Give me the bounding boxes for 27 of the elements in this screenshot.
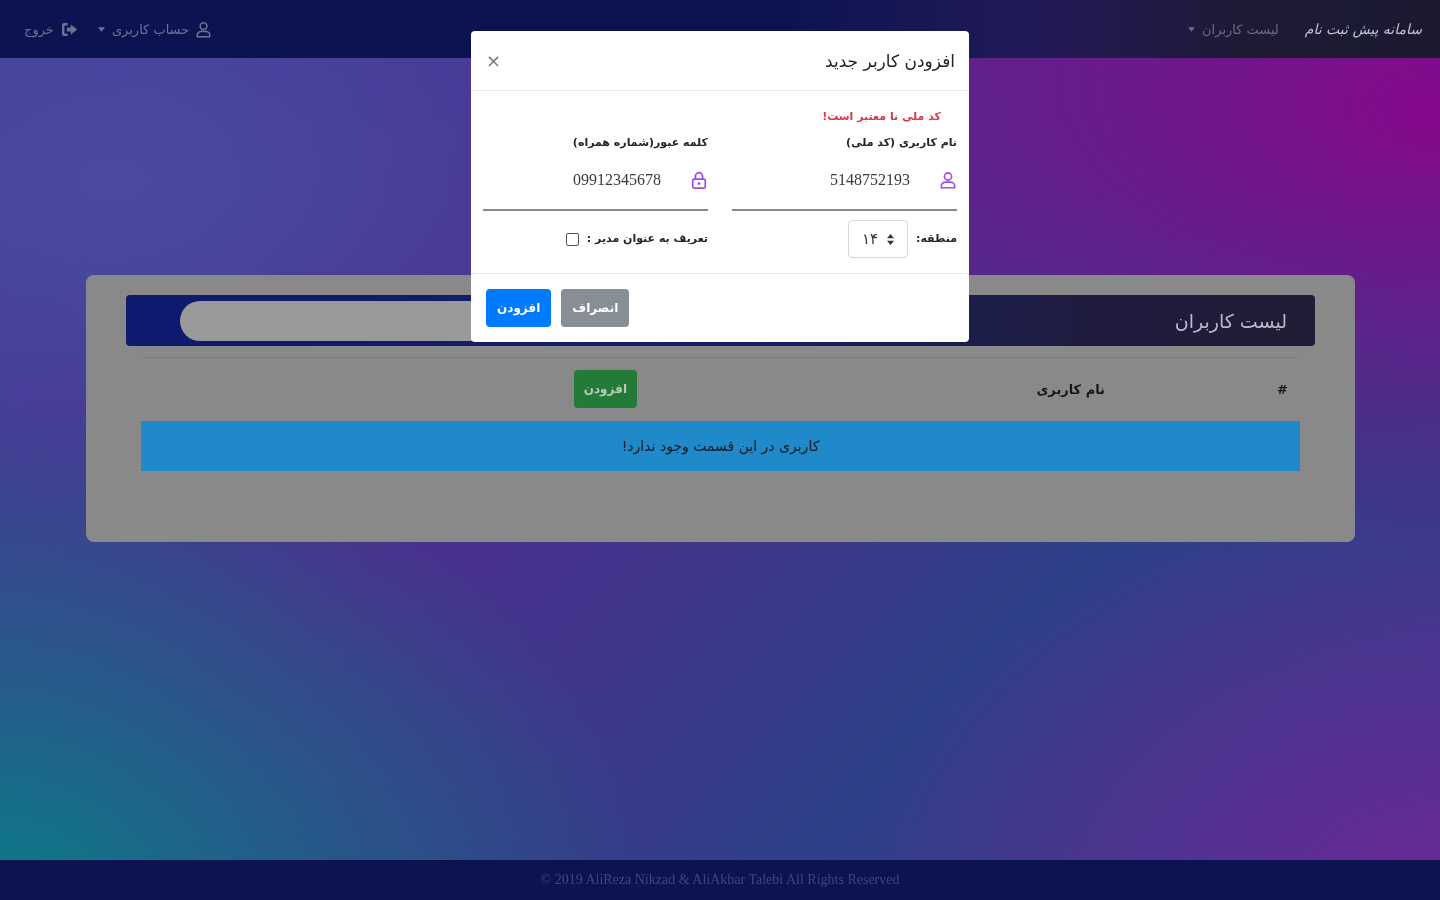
add-button[interactable]: افزودن <box>486 289 552 327</box>
column-header: نام کاربری <box>1036 381 1105 397</box>
field-label: نام کاربری (کد ملی) <box>846 135 957 151</box>
add-user-button[interactable]: افزودن <box>573 370 637 408</box>
cancel-button[interactable]: انصراف <box>561 289 630 327</box>
users-menu-link[interactable]: لیست کاربران <box>1188 21 1279 37</box>
dialog-title: افزودن کاربر جدید <box>825 50 955 71</box>
error-message: کد ملی نا معتبر است! <box>822 109 942 125</box>
column-header: # <box>1277 381 1288 397</box>
user-icon <box>940 171 956 189</box>
checkbox-label: تعریف به عنوان مدیر : <box>586 231 708 247</box>
field-label: کلمه عبور(شماره همراه) <box>572 135 708 151</box>
panel-title: لیست کاربران <box>1174 309 1287 332</box>
admin-checkbox[interactable] <box>565 232 579 246</box>
input-field[interactable]: 09912345678 <box>483 151 708 211</box>
logout-link[interactable]: خروج <box>24 21 78 37</box>
up-down-arrows-icon <box>887 233 895 245</box>
field-label: منطقه: <box>916 231 957 247</box>
empty-table-message: کاربری در این قسمت وجود ندارد! <box>141 421 1300 471</box>
logout-icon <box>60 21 78 37</box>
region-select[interactable]: ۱۴ <box>848 220 908 258</box>
close-button[interactable]: × <box>486 51 502 70</box>
lock-icon <box>691 171 707 189</box>
input-field[interactable]: 5148752193 <box>732 151 957 211</box>
user-icon <box>196 20 212 38</box>
account-menu-link[interactable]: حساب کاربری <box>97 20 212 38</box>
site-logo-text[interactable]: سامانه پیش ثبت نام <box>1304 21 1422 37</box>
